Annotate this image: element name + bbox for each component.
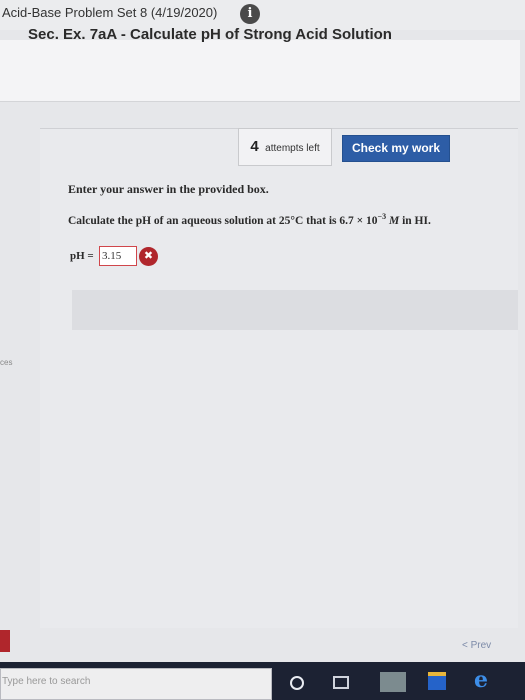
attempts-count: 4 [250, 138, 259, 155]
prev-link[interactable]: < Prev [462, 640, 491, 651]
problem-set-title: Acid-Base Problem Set 8 (4/19/2020) [2, 5, 218, 20]
instruction-text: Enter your answer in the provided box. [68, 182, 269, 196]
exercise-header [0, 40, 520, 102]
question-panel [40, 128, 518, 628]
taskbar-app-icon[interactable] [380, 672, 406, 692]
feedback-area [72, 290, 518, 330]
question-before: Calculate the pH of an aqueous solution … [68, 214, 378, 227]
cortana-icon[interactable] [290, 676, 304, 690]
store-icon[interactable] [428, 672, 446, 690]
info-icon[interactable]: i [240, 4, 260, 24]
question-unit: M [388, 214, 400, 227]
left-edge-text: ces [0, 358, 13, 367]
attempts-indicator: 4 attempts left [238, 128, 332, 166]
ph-answer-input[interactable]: 3.15 [99, 246, 137, 266]
exercise-title: Sec. Ex. 7aA - Calculate pH of Strong Ac… [28, 26, 392, 43]
attempts-label: attempts left [265, 143, 320, 154]
check-my-work-button[interactable]: Check my work [342, 135, 450, 162]
incorrect-icon: ✖ [139, 247, 158, 266]
search-placeholder: Type here to search [2, 676, 91, 687]
side-badge [0, 630, 10, 652]
edge-browser-icon[interactable]: e [474, 669, 488, 691]
answer-label: pH = [70, 250, 94, 262]
question-after: in HI. [402, 214, 431, 227]
question-exponent: −3 [377, 212, 387, 221]
question-text: Calculate the pH of an aqueous solution … [68, 212, 431, 227]
task-view-icon[interactable] [333, 676, 349, 689]
